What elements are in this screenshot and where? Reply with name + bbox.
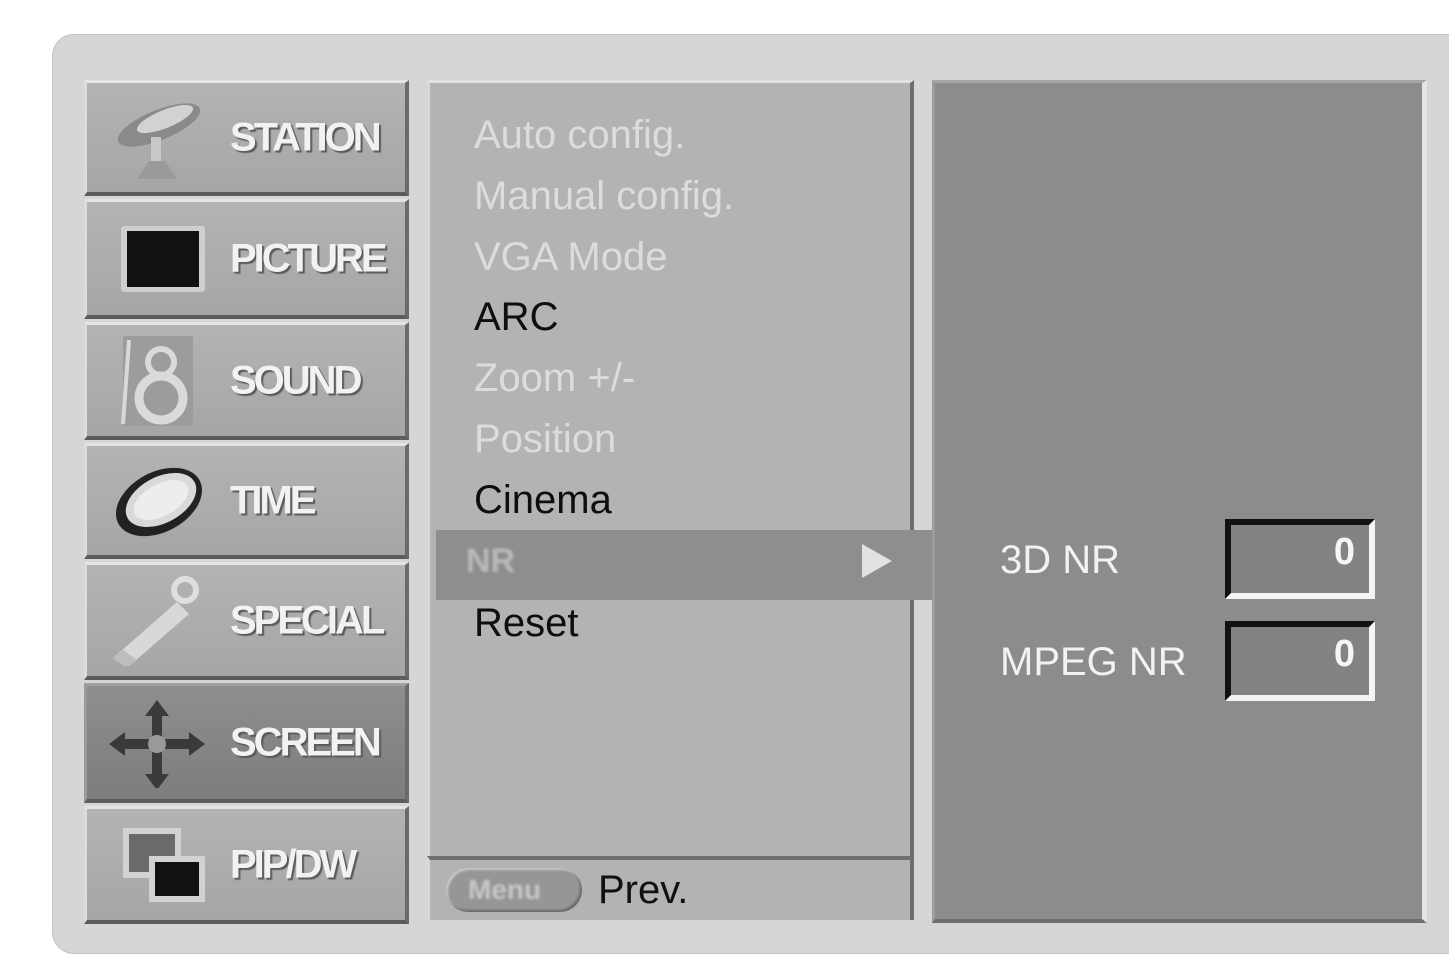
- nr-3d-value: 0: [1333, 531, 1355, 573]
- clock-icon: [107, 456, 207, 546]
- nr-mpeg-value: 0: [1333, 633, 1355, 675]
- nr-3d-label: 3D NR: [1000, 538, 1121, 582]
- menu-item-arc[interactable]: ARC: [474, 295, 558, 340]
- menu-item-nr[interactable]: NR: [436, 530, 936, 600]
- submenu-arrow-icon: [862, 544, 892, 578]
- category-label: PICTURE: [230, 236, 388, 280]
- menu-footer: Menu Prev.: [427, 856, 914, 920]
- speaker-icon: [107, 335, 207, 428]
- category-special[interactable]: SPECIAL: [84, 562, 409, 680]
- nr-mpeg-value-box[interactable]: 0: [1225, 621, 1375, 701]
- prev-label: Prev.: [598, 868, 689, 912]
- menu-item-auto-config[interactable]: Auto config.: [474, 113, 685, 158]
- key-tag-icon: [107, 575, 207, 668]
- menu-item-label: NR: [466, 542, 516, 580]
- nr-3d-value-box[interactable]: 0: [1225, 519, 1375, 599]
- menu-key-label: Menu: [468, 874, 542, 905]
- category-label: PIP/DW: [230, 842, 357, 886]
- category-time[interactable]: TIME: [84, 443, 409, 559]
- pip-windows-icon: [107, 820, 207, 910]
- tv-screen-icon: [107, 214, 207, 304]
- category-sound[interactable]: SOUND: [84, 322, 409, 440]
- category-label: SCREEN: [230, 720, 382, 764]
- menu-item-manual-config[interactable]: Manual config.: [474, 174, 734, 219]
- category-screen[interactable]: SCREEN: [84, 683, 409, 803]
- menu-item-zoom[interactable]: Zoom +/-: [474, 356, 635, 401]
- category-label: SOUND: [230, 358, 362, 402]
- category-pip-dw[interactable]: PIP/DW: [84, 806, 409, 924]
- category-station[interactable]: STATION: [84, 80, 409, 196]
- category-label: SPECIAL: [230, 598, 385, 642]
- satellite-dish-icon: [107, 93, 207, 183]
- menu-item-cinema[interactable]: Cinema: [474, 478, 612, 523]
- category-label: STATION: [230, 115, 382, 159]
- screen-submenu: Auto config. Manual config. VGA Mode ARC…: [427, 80, 914, 920]
- category-label: TIME: [230, 478, 317, 522]
- category-picture[interactable]: PICTURE: [84, 199, 409, 319]
- nr-mpeg-label: MPEG NR: [1000, 640, 1187, 684]
- nr-panel: 3D NR 0 MPEG NR 0: [932, 80, 1427, 923]
- move-arrows-icon: [107, 698, 207, 790]
- menu-item-position[interactable]: Position: [474, 417, 616, 462]
- menu-item-vga-mode[interactable]: VGA Mode: [474, 235, 667, 280]
- menu-key-button[interactable]: Menu: [446, 868, 582, 912]
- menu-item-reset[interactable]: Reset: [474, 601, 579, 646]
